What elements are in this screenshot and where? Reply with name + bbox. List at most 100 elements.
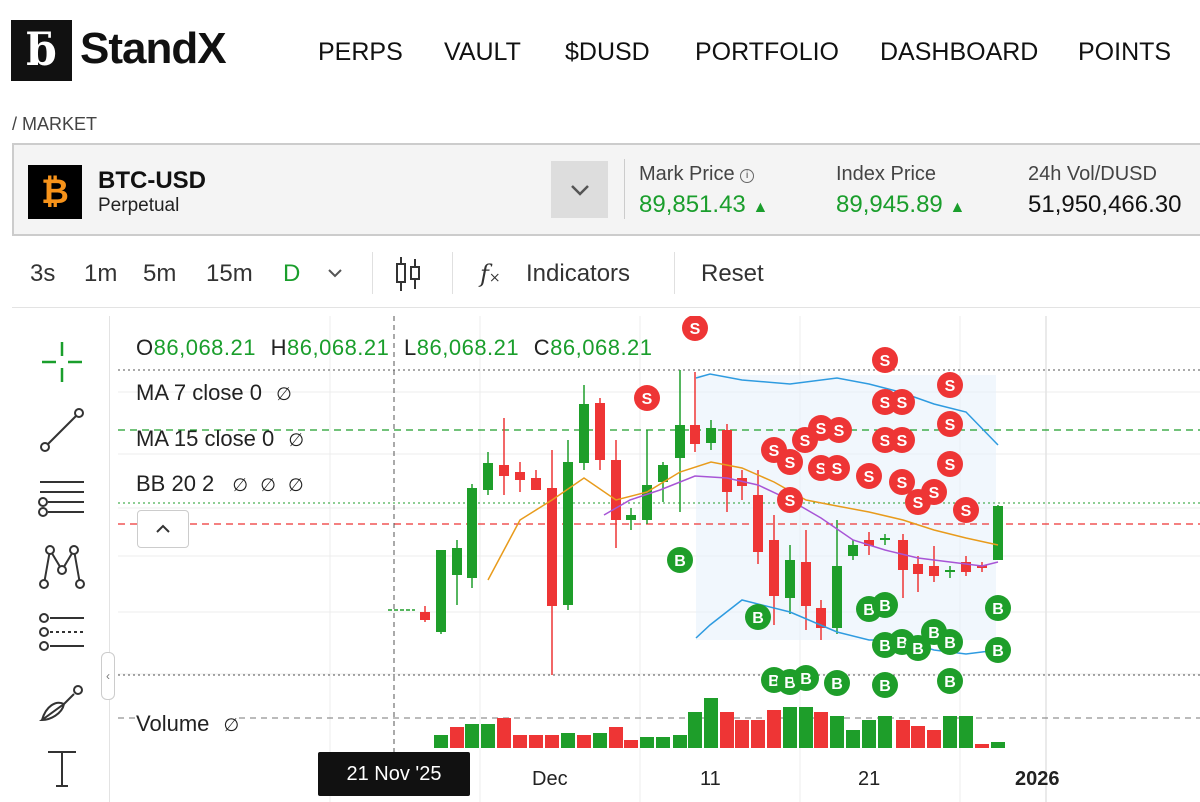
nav-vault[interactable]: VAULT xyxy=(444,38,521,67)
candle-body xyxy=(913,564,923,574)
volume-bar xyxy=(656,737,670,748)
brush-icon[interactable] xyxy=(36,676,88,728)
logo-icon[interactable]: ƃ xyxy=(11,20,72,81)
volume-bar xyxy=(896,720,910,748)
x-tick-label: 11 xyxy=(700,768,721,790)
nav-dashboard[interactable]: DASHBOARD xyxy=(880,38,1038,67)
x-tick-label: 21 xyxy=(858,768,881,790)
chevron-down-icon xyxy=(570,184,589,196)
candle-body xyxy=(547,488,557,606)
market-pair[interactable]: BTC-USD xyxy=(98,167,206,195)
divider xyxy=(674,252,675,294)
nav-dusd[interactable]: $DUSD xyxy=(565,38,650,67)
volume-bar xyxy=(624,740,638,748)
hide-icon: ∅ xyxy=(288,475,304,495)
collapse-sidebar-button[interactable]: ‹ xyxy=(101,652,115,700)
sell-marker-label: S xyxy=(961,503,972,520)
sell-marker-label: S xyxy=(913,495,924,512)
text-tool-icon[interactable] xyxy=(36,742,88,794)
volume-bar xyxy=(561,733,575,748)
buy-marker-label: B xyxy=(879,598,891,615)
x-tick-label: 2026 xyxy=(1015,768,1060,790)
top-nav: ƃ StandX PERPS VAULT $DUSD PORTFOLIO DAS… xyxy=(0,0,1200,105)
sell-marker-label: S xyxy=(642,391,653,408)
volume-legend[interactable]: Volume ∅ xyxy=(136,711,240,737)
candle-body xyxy=(515,472,525,480)
horizontal-lines-icon[interactable] xyxy=(36,472,88,524)
market-info-bar: ₿ BTC-USD Perpetual Mark Price i 89,851.… xyxy=(12,143,1200,236)
volume-bar xyxy=(799,707,813,748)
volume-bar xyxy=(720,712,734,748)
up-arrow-icon: ▲ xyxy=(752,199,769,216)
fibonacci-icon[interactable] xyxy=(36,608,88,660)
candle-body xyxy=(611,460,621,520)
volume-bar xyxy=(878,716,892,748)
indicators-button[interactable]: Indicators xyxy=(526,260,630,288)
sell-marker-label: S xyxy=(880,395,891,412)
volume-bar xyxy=(577,735,591,748)
volume-bar xyxy=(513,735,527,748)
market-dropdown-button[interactable] xyxy=(551,161,608,218)
volume-bar xyxy=(704,698,718,748)
ma7-legend[interactable]: MA 7 close 0 ∅ xyxy=(136,380,292,406)
buy-marker-label: B xyxy=(752,610,764,627)
pattern-icon[interactable] xyxy=(36,540,88,592)
divider xyxy=(452,252,453,294)
candle-body xyxy=(420,612,430,620)
sell-marker-label: S xyxy=(690,321,701,338)
bitcoin-icon: ₿ xyxy=(28,165,82,219)
sell-marker-label: S xyxy=(945,417,956,434)
buy-marker-label: B xyxy=(912,641,924,658)
timeframe-d[interactable]: D xyxy=(283,260,300,288)
sell-marker-label: S xyxy=(816,421,827,438)
volume-bar xyxy=(783,707,797,748)
nav-perps[interactable]: PERPS xyxy=(318,38,403,67)
ma15-legend[interactable]: MA 15 close 0 ∅ xyxy=(136,426,304,452)
bb-legend[interactable]: BB 20 2 ∅ ∅ ∅ xyxy=(136,471,304,497)
volume-bar xyxy=(497,718,511,748)
divider xyxy=(624,159,625,219)
timeframe-15m[interactable]: 15m xyxy=(206,260,253,288)
crosshair-icon[interactable] xyxy=(36,336,88,388)
sell-marker-label: S xyxy=(945,378,956,395)
timeframe-3s[interactable]: 3s xyxy=(30,260,55,288)
candle-body xyxy=(929,566,939,576)
timeframe-1m[interactable]: 1m xyxy=(84,260,117,288)
volume-bar xyxy=(943,716,957,748)
hide-icon: ∅ xyxy=(223,715,240,735)
volume-bar xyxy=(735,720,749,748)
candle-body xyxy=(467,488,477,578)
hide-icon: ∅ xyxy=(260,475,276,495)
volume-bar xyxy=(830,716,844,748)
chevron-down-icon[interactable] xyxy=(327,268,343,278)
candle-body xyxy=(595,403,605,460)
open-value: 86,068.21 xyxy=(153,335,256,360)
candle-body xyxy=(706,428,716,443)
reset-button[interactable]: Reset xyxy=(701,260,764,288)
divider xyxy=(372,252,373,294)
brand-name[interactable]: StandX xyxy=(80,24,227,74)
mark-price-label: Mark Price i xyxy=(639,163,755,186)
sell-marker-label: S xyxy=(785,493,796,510)
function-icon[interactable]: f× xyxy=(480,260,501,288)
candle-body xyxy=(675,425,685,458)
sell-marker-label: S xyxy=(880,433,891,450)
candlestick-icon[interactable] xyxy=(394,255,422,293)
info-icon[interactable]: i xyxy=(740,169,755,183)
low-value: 86,068.21 xyxy=(416,335,520,360)
volume-bar xyxy=(529,735,543,748)
candle-body xyxy=(785,560,795,598)
candle-body xyxy=(531,478,541,490)
breadcrumb[interactable]: / MARKET xyxy=(12,114,97,135)
volume-bar xyxy=(640,737,654,748)
nav-portfolio[interactable]: PORTFOLIO xyxy=(695,38,839,67)
volume-bar xyxy=(673,735,687,748)
candle-body xyxy=(563,462,573,605)
candle-body xyxy=(626,515,636,520)
timeframe-5m[interactable]: 5m xyxy=(143,260,176,288)
trend-line-icon[interactable] xyxy=(36,404,88,456)
collapse-legend-button[interactable] xyxy=(137,510,189,548)
candle-body xyxy=(690,425,700,444)
volume-bar xyxy=(751,720,765,748)
nav-points[interactable]: POINTS xyxy=(1078,38,1171,67)
